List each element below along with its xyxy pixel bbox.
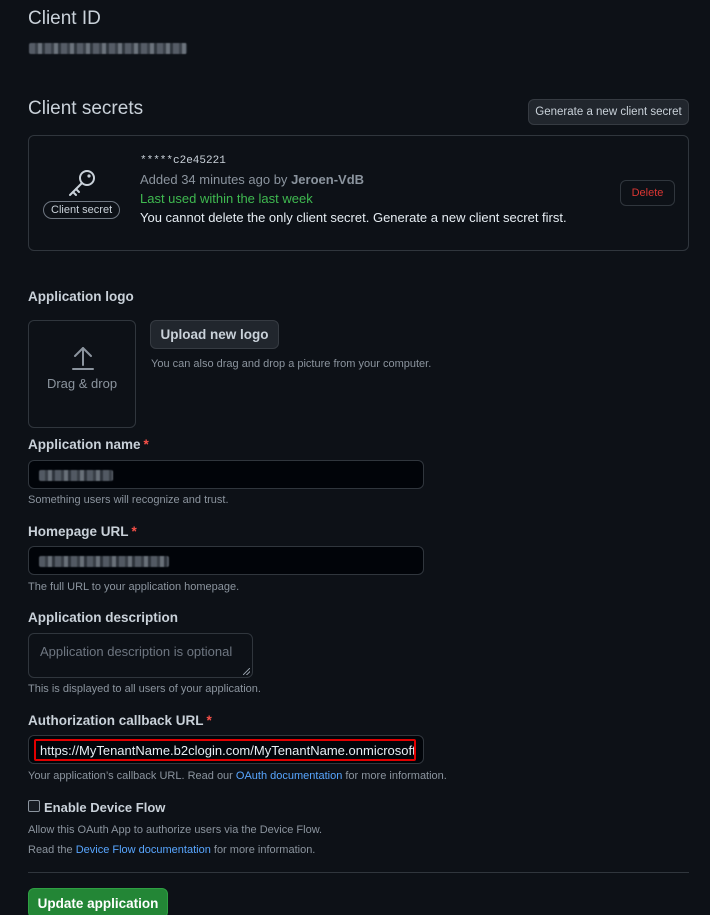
secret-added-text: Added 34 minutes ago by Jeroen-VdB xyxy=(140,172,364,187)
application-name-input[interactable] xyxy=(28,460,424,489)
client-id-value-redacted xyxy=(29,42,187,57)
device-flow-documentation-link[interactable]: Device Flow documentation xyxy=(76,844,211,856)
homepage-url-label: Homepage URL * xyxy=(28,524,137,539)
logo-hint: You can also drag and drop a picture fro… xyxy=(151,358,432,370)
callback-url-label: Authorization callback URL * xyxy=(28,713,212,728)
key-icon xyxy=(65,166,99,200)
device-flow-docs-prefix: Read the xyxy=(28,844,76,856)
client-secret-card: Client secret *****c2e45221 Added 34 min… xyxy=(28,135,689,251)
callback-url-value: https://MyTenantName.b2clogin.com/MyTena… xyxy=(40,743,416,758)
upload-arrow-icon xyxy=(71,345,95,374)
required-marker: * xyxy=(206,713,212,728)
callback-url-hint: Your application’s callback URL. Read ou… xyxy=(28,770,447,782)
client-secret-badge: Client secret xyxy=(43,201,121,219)
enable-device-flow-label[interactable]: Enable Device Flow xyxy=(44,800,165,815)
enable-device-flow-checkbox[interactable] xyxy=(28,800,40,812)
upload-logo-button[interactable]: Upload new logo xyxy=(150,320,279,349)
required-marker: * xyxy=(143,437,149,452)
callback-url-highlight: https://MyTenantName.b2clogin.com/MyTena… xyxy=(34,739,416,761)
callback-hint-suffix: for more information. xyxy=(342,770,447,782)
client-secrets-heading: Client secrets xyxy=(28,98,144,119)
homepage-url-label-text: Homepage URL xyxy=(28,524,129,539)
application-description-hint: This is displayed to all users of your a… xyxy=(28,683,261,695)
required-marker: * xyxy=(131,524,137,539)
resize-handle-icon[interactable] xyxy=(243,668,250,675)
generate-client-secret-button[interactable]: Generate a new client secret xyxy=(528,99,689,125)
application-name-label-text: Application name xyxy=(28,437,141,452)
description-placeholder: Application description is optional xyxy=(40,644,233,659)
device-flow-docs-suffix: for more information. xyxy=(210,844,316,856)
callback-url-label-text: Authorization callback URL xyxy=(28,713,204,728)
drag-drop-label: Drag & drop xyxy=(46,376,118,391)
secret-added-prefix: Added 34 minutes ago by xyxy=(140,172,292,187)
application-description-label: Application description xyxy=(28,610,179,625)
secret-delete-warning: You cannot delete the only client secret… xyxy=(140,210,567,225)
callback-hint-prefix: Your application’s callback URL. Read ou… xyxy=(28,770,236,782)
update-application-button[interactable]: Update application xyxy=(28,888,168,915)
secret-added-user[interactable]: Jeroen-VdB xyxy=(291,172,364,187)
homepage-url-input[interactable] xyxy=(28,546,424,575)
logo-drop-zone[interactable]: Drag & drop xyxy=(28,320,136,428)
callback-url-input[interactable]: https://MyTenantName.b2clogin.com/MyTena… xyxy=(28,735,424,764)
section-divider xyxy=(28,872,689,873)
device-flow-description: Allow this OAuth App to authorize users … xyxy=(28,824,323,836)
device-flow-docs-text: Read the Device Flow documentation for m… xyxy=(28,844,315,856)
application-name-hint: Something users will recognize and trust… xyxy=(28,494,229,506)
application-description-textarea[interactable]: Application description is optional xyxy=(28,633,253,678)
oauth-documentation-link[interactable]: OAuth documentation xyxy=(236,770,342,782)
secret-masked-value: *****c2e45221 xyxy=(140,155,226,167)
application-logo-label: Application logo xyxy=(28,289,134,304)
delete-secret-button[interactable]: Delete xyxy=(620,180,675,206)
homepage-url-hint: The full URL to your application homepag… xyxy=(28,581,240,593)
application-name-label: Application name * xyxy=(28,437,149,452)
secret-last-used: Last used within the last week xyxy=(140,191,313,206)
client-id-heading: Client ID xyxy=(28,8,101,29)
